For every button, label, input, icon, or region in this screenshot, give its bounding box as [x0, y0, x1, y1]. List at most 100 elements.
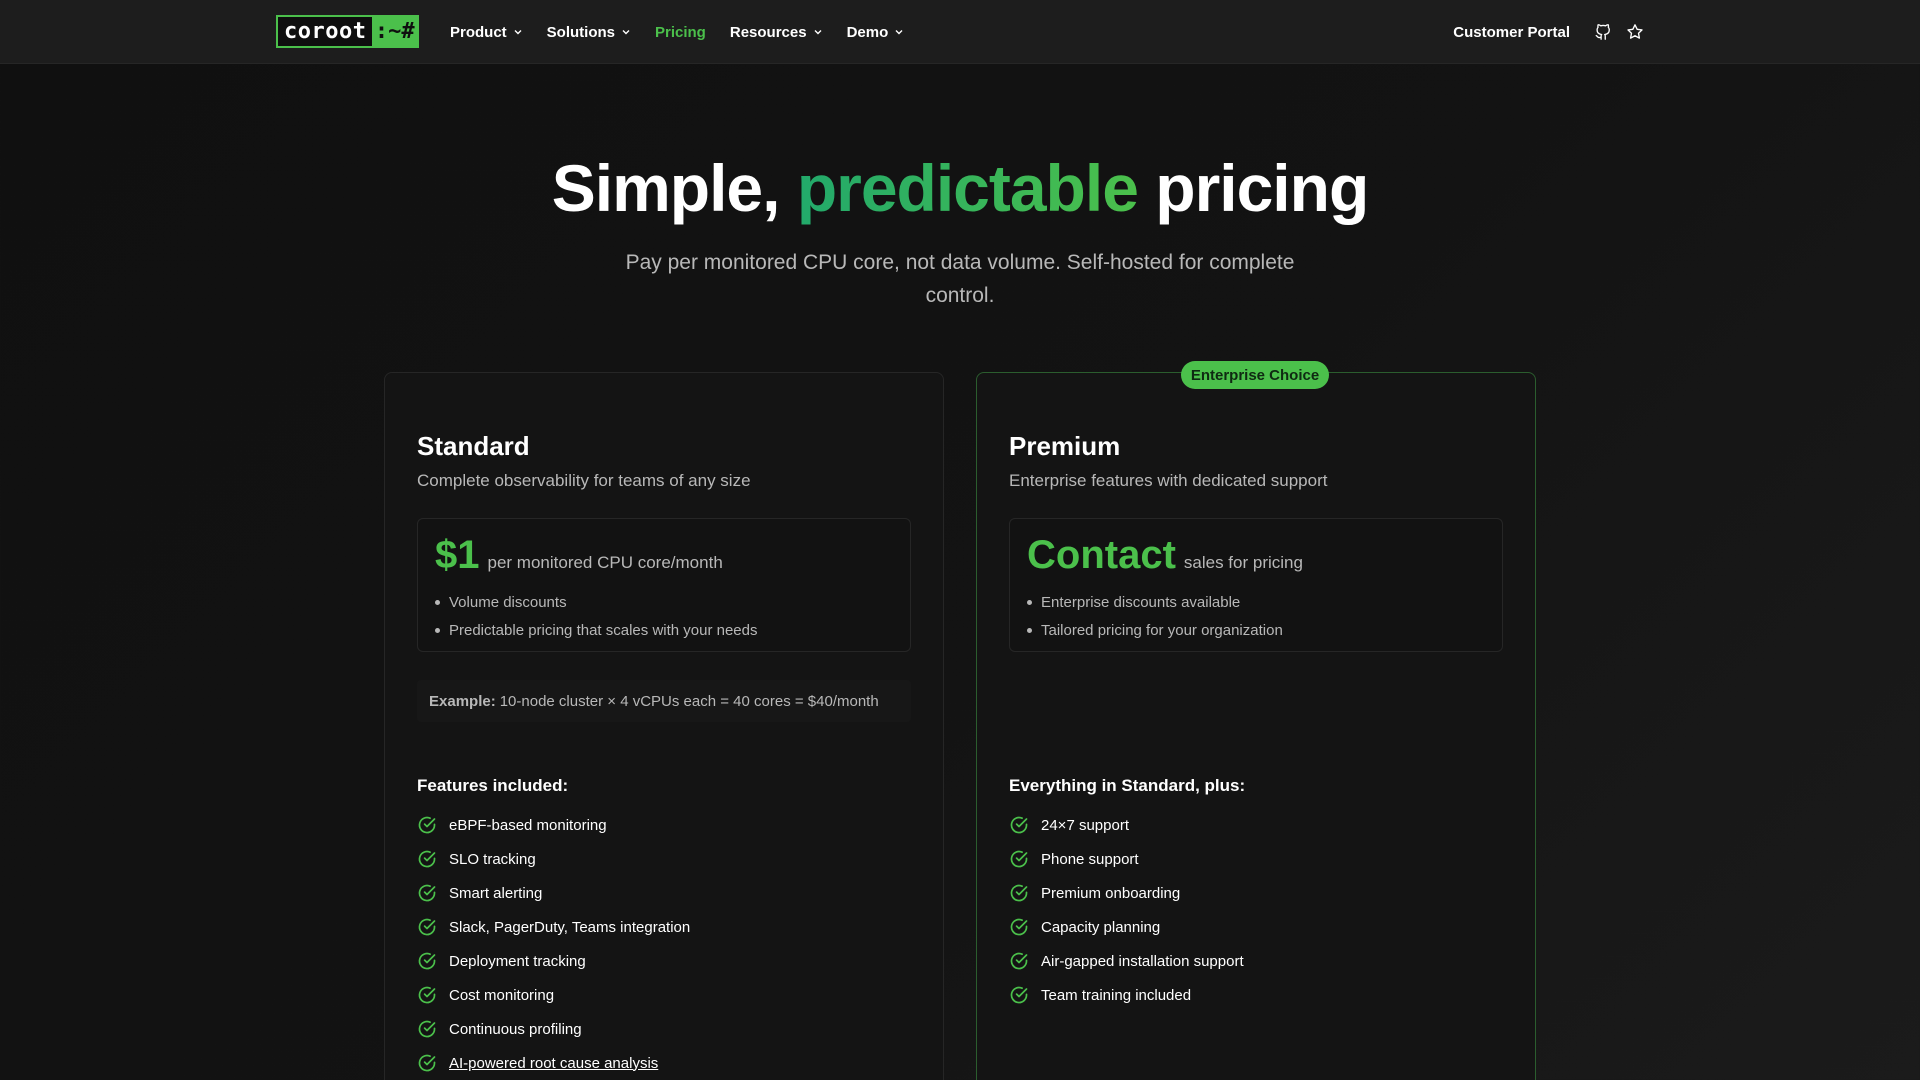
- feature-label: Premium onboarding: [1041, 884, 1181, 902]
- check-circle-icon: [418, 986, 436, 1004]
- premium-plan-card: Premium Enterprise features with dedicat…: [976, 372, 1536, 1080]
- title-end: pricing: [1155, 151, 1369, 225]
- feature-label: Air-gapped installation support: [1041, 952, 1244, 970]
- bullet-dot: [1027, 627, 1032, 633]
- menu-item-label: Solutions: [546, 23, 615, 41]
- check-circle-icon: [418, 1020, 436, 1038]
- check-circle-icon: [418, 1054, 436, 1072]
- check-circle-icon: [1010, 850, 1028, 868]
- feature-item: 24×7 support: [1009, 808, 1244, 842]
- menu-item-resources[interactable]: Resources: [730, 24, 823, 41]
- nav-right: Customer Portal: [1453, 0, 1644, 64]
- feature-item: SLO tracking: [417, 842, 690, 876]
- feature-item[interactable]: AI-powered root cause analysis: [417, 1046, 690, 1080]
- price-bullets: Enterprise discounts available Tailored …: [1027, 588, 1283, 644]
- check-circle-icon: [1010, 884, 1028, 902]
- menu-item-label: Product: [450, 23, 507, 41]
- chevron-down-icon: [514, 30, 522, 35]
- feature-label: Cost monitoring: [449, 986, 555, 1004]
- star-icon[interactable]: [1626, 23, 1644, 41]
- menu-item-label: Pricing: [655, 23, 706, 41]
- price-bullets: Volume discounts Predictable pricing tha…: [435, 588, 758, 644]
- check-circle-icon: [1010, 986, 1028, 1004]
- feature-label: SLO tracking: [449, 850, 536, 868]
- list-item: Tailored pricing for your organization: [1027, 616, 1283, 644]
- pricing-example: Example: 10-node cluster × 4 vCPUs each …: [417, 680, 911, 722]
- check-circle-icon: [418, 816, 436, 834]
- chevron-down-icon: [814, 30, 822, 35]
- check-circle-icon: [418, 952, 436, 970]
- price-box: $1 per monitored CPU core/month Volume d…: [417, 518, 911, 652]
- feature-item: Smart alerting: [417, 876, 690, 910]
- price-unit: per monitored CPU core/month: [487, 553, 723, 572]
- bullet-dot: [435, 627, 440, 633]
- price-amount: Contact: [1027, 533, 1176, 577]
- customer-portal-link[interactable]: Customer Portal: [1453, 24, 1570, 41]
- feature-item: eBPF-based monitoring: [417, 808, 690, 842]
- coroot-logo[interactable]: coroot :~#: [276, 15, 419, 48]
- plan-description: Complete observability for teams of any …: [417, 471, 751, 490]
- bullet-text: Tailored pricing for your organization: [1041, 621, 1283, 639]
- check-circle-icon: [418, 884, 436, 902]
- logo-text: coroot: [278, 17, 373, 46]
- example-label: Example:: [429, 692, 496, 710]
- menu-item-solutions[interactable]: Solutions: [547, 24, 631, 41]
- page-title: Simple, predictable pricing: [0, 150, 1920, 226]
- check-circle-icon: [418, 918, 436, 936]
- enterprise-choice-badge: Enterprise Choice: [1181, 361, 1329, 389]
- menu-item-product[interactable]: Product: [450, 24, 523, 41]
- plan-title: Premium: [1009, 431, 1121, 461]
- feature-label: 24×7 support: [1041, 816, 1129, 834]
- bullet-dot: [435, 599, 440, 605]
- check-circle-icon: [1010, 918, 1028, 936]
- bullet-text: Predictable pricing that scales with you…: [449, 621, 758, 639]
- bullet-text: Enterprise discounts available: [1041, 593, 1241, 611]
- plan-description: Enterprise features with dedicated suppo…: [1009, 471, 1328, 490]
- feature-item: Air-gapped installation support: [1009, 944, 1244, 978]
- menu-item-label: Demo: [846, 23, 889, 41]
- chevron-down-icon: [895, 30, 903, 35]
- check-circle-icon: [418, 850, 436, 868]
- menu-item-demo[interactable]: Demo: [847, 24, 905, 41]
- list-item: Volume discounts: [435, 588, 758, 616]
- bullet-text: Volume discounts: [449, 593, 567, 611]
- title-start: Simple,: [551, 151, 781, 225]
- feature-label: eBPF-based monitoring: [449, 816, 607, 834]
- bullet-dot: [1027, 599, 1032, 605]
- logo-prompt: :~#: [372, 17, 417, 46]
- feature-label: Deployment tracking: [449, 952, 586, 970]
- feature-label: Smart alerting: [449, 884, 543, 902]
- feature-label: Phone support: [1041, 850, 1139, 868]
- feature-label: Continuous profiling: [449, 1020, 582, 1038]
- title-accent: predictable: [796, 151, 1139, 225]
- list-item: Enterprise discounts available: [1027, 588, 1283, 616]
- feature-label: Team training included: [1041, 986, 1192, 1004]
- price-line: Contact sales for pricing: [1027, 533, 1303, 578]
- check-circle-icon: [1010, 816, 1028, 834]
- price-box: Contact sales for pricing Enterprise dis…: [1009, 518, 1503, 652]
- feature-label: Capacity planning: [1041, 918, 1161, 936]
- feature-label: Slack, PagerDuty, Teams integration: [449, 918, 691, 936]
- top-nav: coroot :~# Product Solutions Pricing Res…: [0, 0, 1920, 64]
- main-menu: Product Solutions Pricing Resources Demo: [450, 0, 928, 64]
- feature-item: Phone support: [1009, 842, 1244, 876]
- github-icon[interactable]: [1594, 23, 1612, 41]
- example-text: 10-node cluster × 4 vCPUs each = 40 core…: [499, 692, 879, 710]
- feature-item: Slack, PagerDuty, Teams integration: [417, 910, 690, 944]
- feature-item: Team training included: [1009, 978, 1244, 1012]
- price-unit: sales for pricing: [1183, 553, 1303, 572]
- standard-plan-card: Standard Complete observability for team…: [384, 372, 944, 1080]
- feature-item: Deployment tracking: [417, 944, 690, 978]
- features-heading: Everything in Standard, plus:: [1009, 776, 1246, 795]
- list-item: Predictable pricing that scales with you…: [435, 616, 758, 644]
- feature-label: AI-powered root cause analysis: [449, 1054, 659, 1072]
- menu-item-pricing[interactable]: Pricing: [655, 24, 706, 41]
- feature-item: Cost monitoring: [417, 978, 690, 1012]
- price-line: $1 per monitored CPU core/month: [435, 533, 723, 578]
- menu-item-label: Resources: [729, 23, 807, 41]
- check-circle-icon: [1010, 952, 1028, 970]
- features-list: 24×7 support Phone support Premium onboard…: [1009, 808, 1244, 1012]
- feature-item: Continuous profiling: [417, 1012, 690, 1046]
- features-heading: Features included:: [417, 776, 569, 795]
- plan-title: Standard: [417, 431, 530, 461]
